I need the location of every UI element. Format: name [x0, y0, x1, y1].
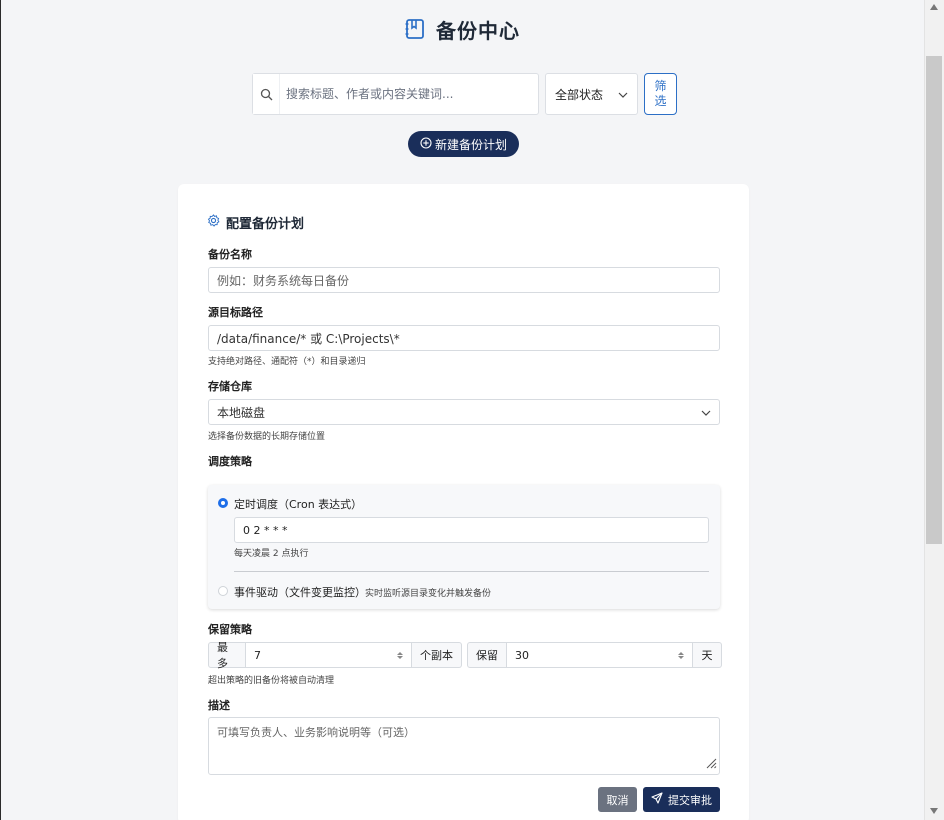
- filter-button[interactable]: 筛选: [644, 73, 677, 115]
- submit-label: 提交审批: [668, 793, 712, 807]
- repository-help: 选择备份数据的长期存储位置: [208, 432, 326, 442]
- spinner-icon[interactable]: [678, 651, 684, 659]
- scroll-up-icon[interactable]: [930, 4, 938, 10]
- max-copies-value: 7: [254, 648, 261, 662]
- scrollbar[interactable]: [924, 0, 944, 820]
- event-schedule-label[interactable]: 事件驱动（文件变更监控）: [234, 584, 366, 600]
- search-icon: [253, 74, 279, 114]
- keep-days-suffix: 天: [693, 642, 722, 668]
- name-label: 备份名称: [208, 248, 252, 261]
- description-label: 描述: [208, 699, 230, 712]
- schedule-divider: [234, 571, 709, 572]
- retention-label: 保留策略: [208, 623, 252, 636]
- chevron-down-icon: [618, 87, 628, 101]
- max-copies-input[interactable]: 7: [246, 642, 412, 668]
- max-copies-suffix: 个副本: [412, 642, 462, 668]
- new-plan-label: 新建备份计划: [434, 137, 507, 152]
- description-placeholder: 可填写负责人、业务影响说明等（可选）: [217, 726, 415, 739]
- schedule-label: 调度策略: [208, 455, 252, 468]
- spinner-icon[interactable]: [397, 651, 403, 659]
- status-select[interactable]: 全部状态: [545, 73, 638, 115]
- send-icon: [651, 792, 663, 807]
- cron-input[interactable]: 0 2 * * *: [234, 517, 709, 543]
- form-title-text: 配置备份计划: [226, 217, 305, 232]
- search-input[interactable]: [279, 74, 538, 114]
- resize-handle-icon[interactable]: [705, 757, 717, 772]
- keep-days-prefix: 保留: [467, 642, 507, 668]
- max-copies-prefix: 最多: [208, 641, 246, 670]
- plus-circle-icon: [420, 136, 432, 152]
- timed-schedule-radio[interactable]: [218, 498, 228, 508]
- window-border: [0, 0, 1, 820]
- repository-label: 存储仓库: [208, 380, 252, 393]
- page-title: 备份中心: [436, 18, 520, 43]
- name-input[interactable]: 例如：财务系统每日备份: [208, 267, 720, 293]
- cron-help: 每天凌晨 2 点执行: [234, 549, 309, 559]
- book-icon: [404, 18, 426, 40]
- gear-icon: [207, 214, 220, 231]
- repository-value: 本地磁盘: [217, 405, 266, 420]
- timed-schedule-label[interactable]: 定时调度（Cron 表达式）: [234, 496, 362, 512]
- retention-row: 最多 7 个副本 保留 30 天: [208, 641, 722, 670]
- chevron-down-icon: [701, 405, 711, 419]
- cancel-button[interactable]: 取消: [598, 787, 637, 812]
- submit-button[interactable]: 提交审批: [643, 787, 720, 812]
- search-toolbar: 全部状态 筛选: [252, 73, 677, 115]
- repository-select[interactable]: 本地磁盘: [208, 399, 720, 425]
- event-schedule-desc: 实时监听源目录变化并触发备份: [365, 589, 492, 599]
- description-textarea[interactable]: 可填写负责人、业务影响说明等（可选）: [208, 717, 720, 775]
- source-help: 支持绝对路径、通配符（*）和目录递归: [208, 357, 366, 367]
- form-title: 配置备份计划: [207, 213, 304, 232]
- retention-help: 超出策略的旧备份将被自动清理: [208, 676, 335, 686]
- page-header: 备份中心: [0, 14, 924, 44]
- search-box[interactable]: [252, 73, 539, 115]
- scrollbar-thumb[interactable]: [926, 56, 942, 544]
- keep-days-value: 30: [515, 648, 529, 662]
- keep-days-input[interactable]: 30: [507, 642, 693, 668]
- event-schedule-radio[interactable]: [218, 586, 228, 596]
- new-plan-button[interactable]: 新建备份计划: [408, 131, 519, 157]
- source-label: 源目标路径: [208, 306, 263, 319]
- status-select-value: 全部状态: [555, 87, 604, 102]
- scroll-down-icon[interactable]: [930, 808, 938, 814]
- source-input[interactable]: /data/finance/* 或 C:\Projects\*: [208, 325, 720, 351]
